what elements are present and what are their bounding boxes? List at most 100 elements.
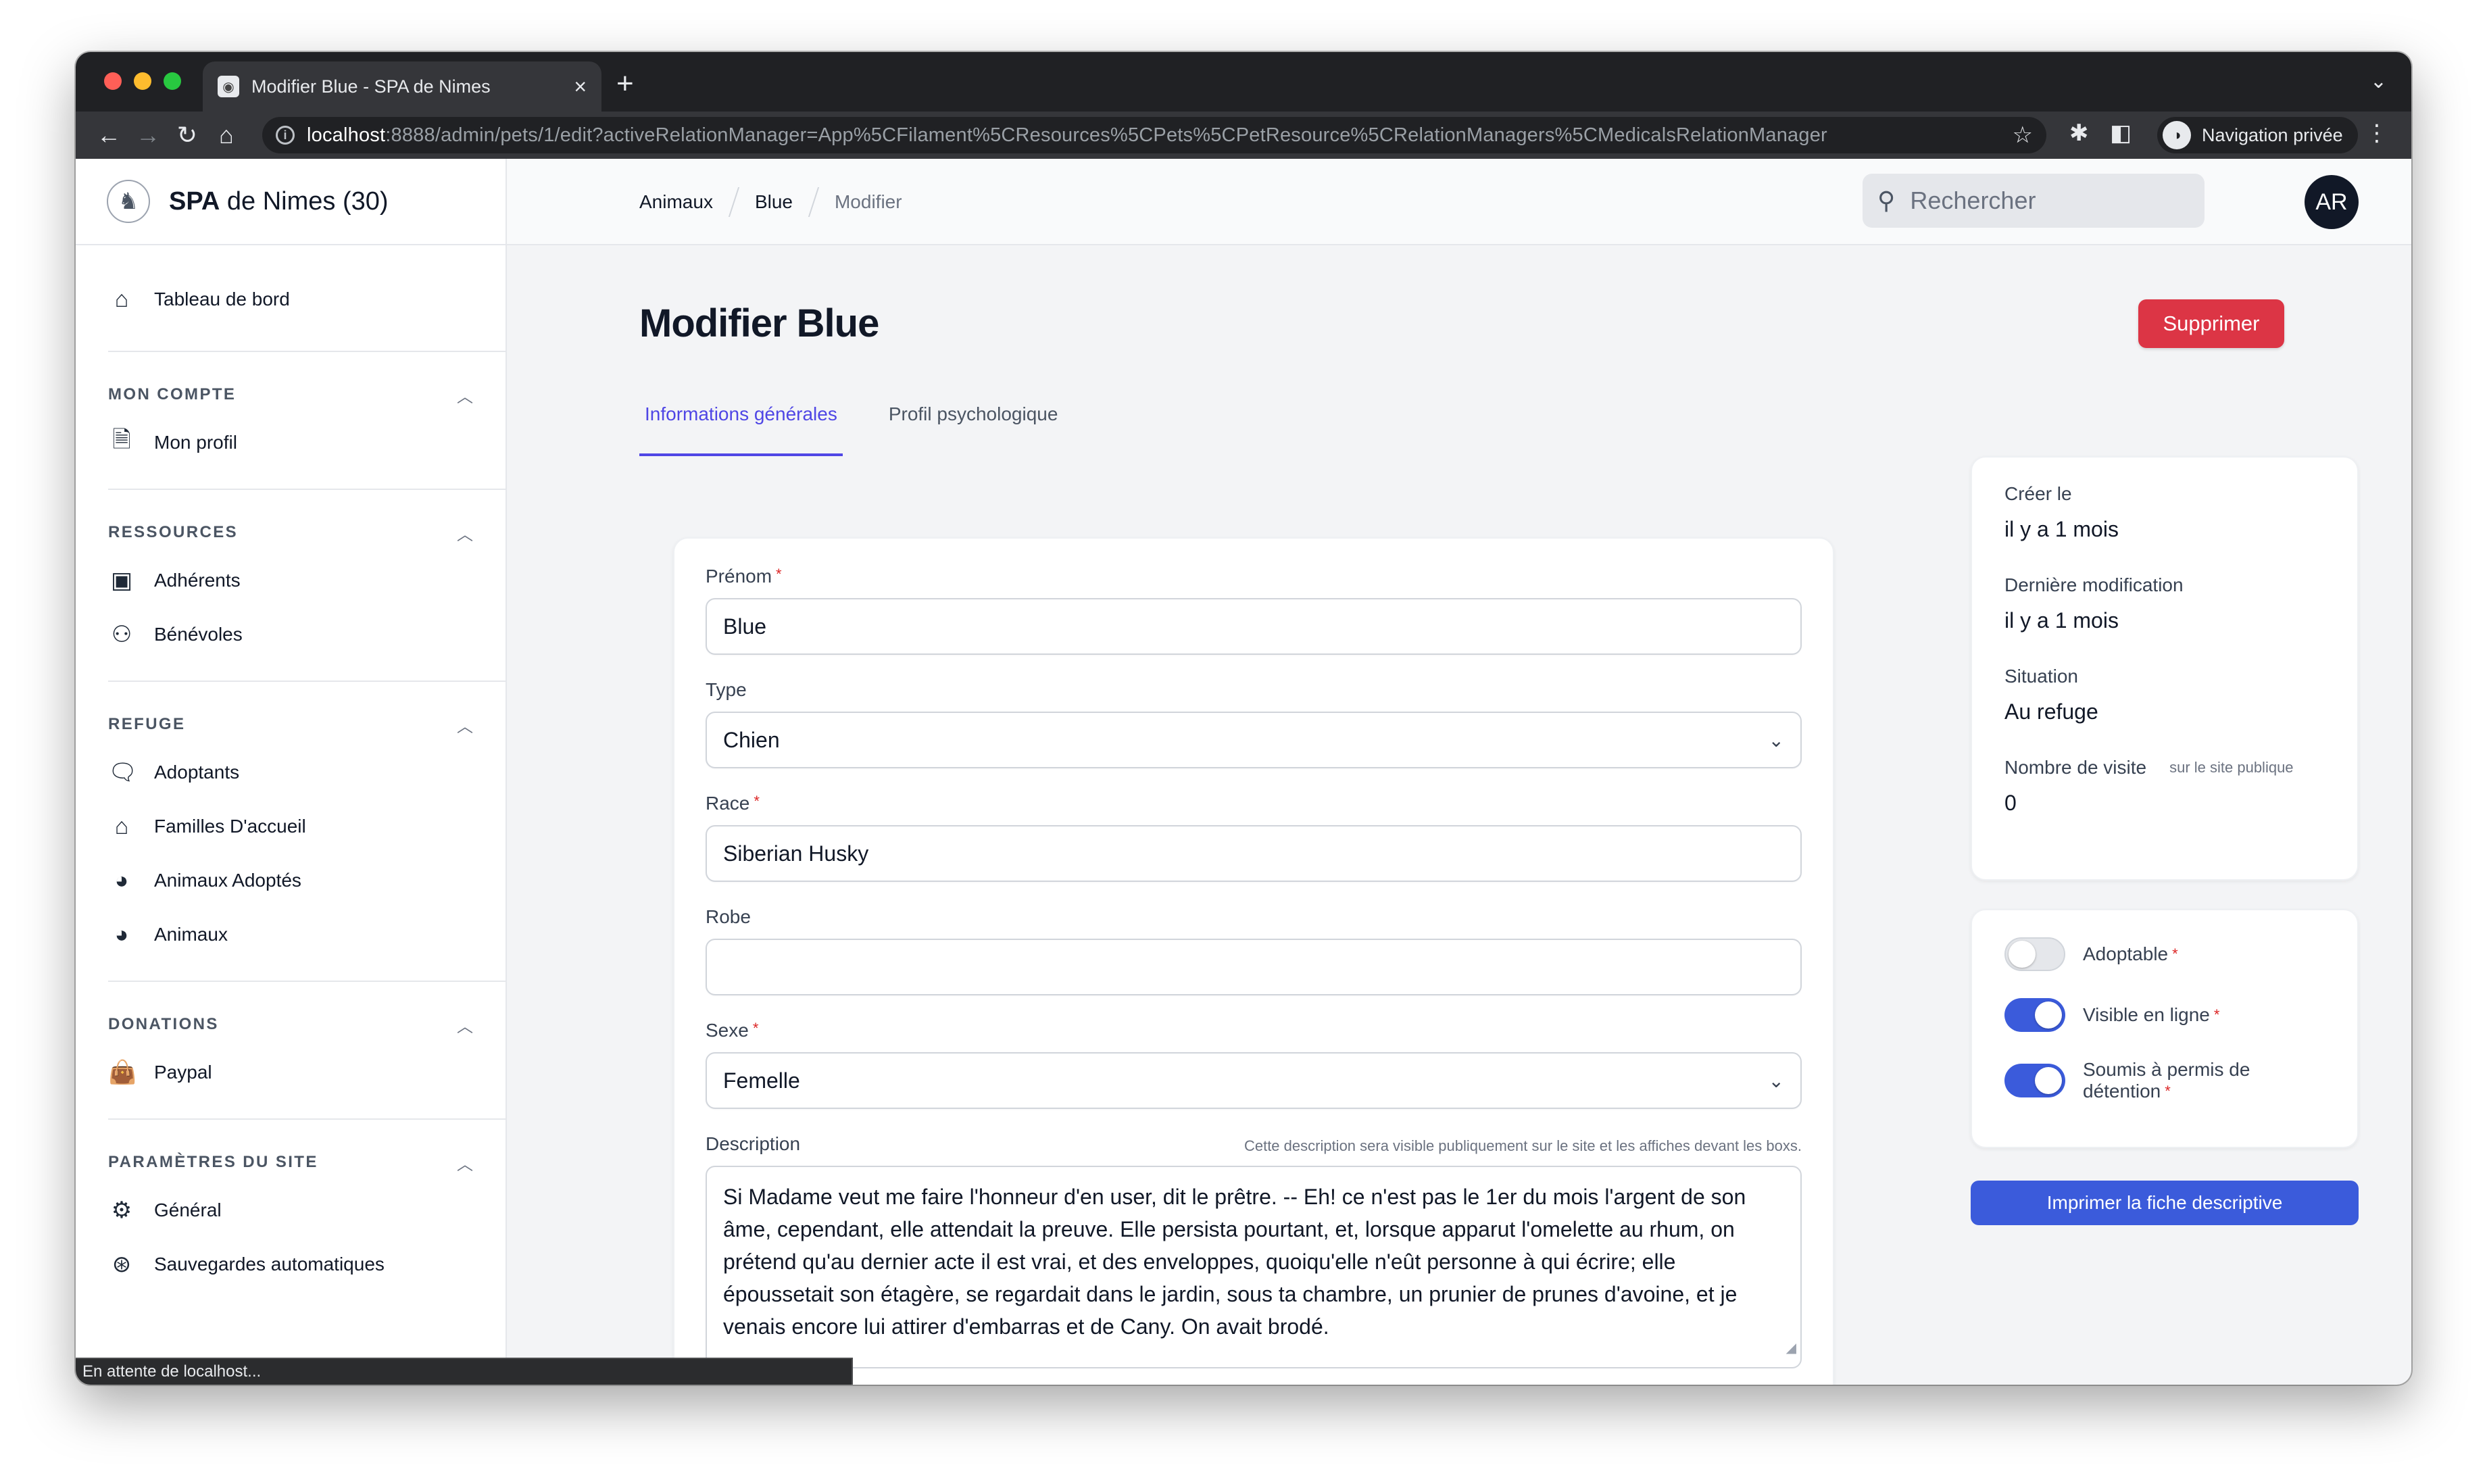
new-tab-icon[interactable]: + (616, 67, 634, 101)
required-marker: * (776, 566, 782, 583)
back-icon[interactable]: ← (89, 121, 128, 149)
field-type: Type Chien ⌄ (706, 679, 1802, 768)
print-sheet-button[interactable]: Imprimer la fiche descriptive (1971, 1181, 2359, 1225)
field-prenom: Prénom * Blue (706, 566, 1802, 655)
bookmark-star-icon[interactable]: ☆ (2013, 122, 2033, 149)
maximize-window-button[interactable] (164, 72, 181, 90)
private-label: Navigation privée (2202, 124, 2343, 145)
sidebar-item-general[interactable]: ⚙ Général (108, 1183, 506, 1237)
sidebar-item-volunteers[interactable]: ⚇ Bénévoles (108, 608, 506, 662)
sidebar-item-label: Sauvegardes automatiques (154, 1254, 385, 1275)
tab-psych-profile[interactable]: Profil psychologique (883, 394, 1064, 456)
robe-input[interactable] (706, 939, 1802, 995)
type-select[interactable]: Chien ⌄ (706, 712, 1802, 768)
meta-label: Créer le (2004, 483, 2072, 504)
close-window-button[interactable] (104, 72, 122, 90)
chevron-up-icon[interactable]: ︿ (457, 1013, 473, 1037)
search-input[interactable]: ⚲ Rechercher (1863, 174, 2205, 228)
users-icon: ⚇ (111, 622, 132, 647)
toggle-label: Soumis à permis de détention * (2083, 1059, 2299, 1102)
browser-menu-icon[interactable]: ⋮ (2365, 120, 2388, 147)
nav-group-header[interactable]: PARAMÈTRES DU SITE ︿ (108, 1147, 506, 1178)
brand-name-bold: SPA (169, 187, 220, 216)
nav-group-header[interactable]: MON COMPTE ︿ (108, 379, 506, 410)
brand-name-rest: de Nimes (30) (220, 187, 389, 216)
tab-search-icon[interactable]: ⌄ (2370, 70, 2387, 93)
race-input[interactable]: Siberian Husky (706, 825, 1802, 882)
nav-group-header[interactable]: RESSOURCES ︿ (108, 517, 506, 548)
meta-situation: Situation Au refuge (2004, 666, 2325, 724)
user-avatar[interactable]: AR (2305, 175, 2359, 229)
sidebar-item-foster-families[interactable]: ⌂ Familles D'accueil (108, 799, 506, 854)
private-browsing-badge[interactable]: ◑ Navigation privée (2157, 117, 2358, 153)
resize-handle-icon[interactable]: ◢ (1786, 1332, 1796, 1364)
sidebar-item-backups[interactable]: ⊛ Sauvegardes automatiques (108, 1237, 506, 1291)
prenom-input[interactable]: Blue (706, 598, 1802, 655)
address-bar[interactable]: i localhost:8888/admin/pets/1/edit?activ… (262, 117, 2046, 153)
meta-visits: Nombre de visite sur le site publique 0 (2004, 757, 2325, 816)
sidebar-item-label: Paypal (154, 1062, 212, 1083)
url-path: :8888/admin/pets/1/edit?activeRelationMa… (385, 124, 1827, 146)
dog-icon: ◕ (114, 921, 129, 947)
toggles-card: Adoptable * Visible en ligne * Soumis à pe… (1971, 909, 2359, 1148)
nav-group-header[interactable]: DONATIONS ︿ (108, 1009, 506, 1040)
dog-icon: ◕ (114, 867, 129, 893)
close-tab-icon[interactable]: × (574, 74, 587, 99)
sidebar-item-label: Tableau de bord (154, 289, 290, 310)
breadcrumb-item[interactable]: Blue (755, 191, 793, 213)
chevron-down-icon: ⌄ (1768, 729, 1784, 751)
required-marker: * (2213, 1006, 2220, 1023)
meta-label-row: Nombre de visite sur le site publique (2004, 757, 2325, 778)
sidebar-item-label: Adhérents (154, 570, 241, 591)
adoptable-toggle[interactable] (2004, 937, 2065, 971)
chevron-up-icon[interactable]: ︿ (457, 713, 473, 737)
meta-hint: sur le site publique (2169, 759, 2294, 776)
sidebar-item-dashboard[interactable]: ⌂ Tableau de bord (76, 272, 506, 326)
nav-group-title: RESSOURCES (108, 523, 239, 541)
meta-label: Dernière modification (2004, 574, 2184, 595)
required-marker: * (2165, 1083, 2171, 1099)
sidebar-item-adopted-animals[interactable]: ◕ Animaux Adoptés (108, 854, 506, 908)
visible-online-toggle[interactable] (2004, 998, 2065, 1032)
reload-icon[interactable]: ↻ (168, 121, 207, 149)
favicon-icon: ◉ (218, 76, 239, 97)
browser-tab[interactable]: ◉ Modifier Blue - SPA de Nimes × (203, 61, 601, 112)
home-icon[interactable]: ⌂ (207, 121, 246, 149)
description-textarea[interactable]: Si Madame veut me faire l'honneur d'en u… (706, 1166, 1802, 1368)
field-label: Prénom * (706, 566, 782, 587)
label-text: Sexe (706, 1020, 749, 1041)
breadcrumb-item[interactable]: Animaux (639, 191, 713, 213)
form-card: Prénom * Blue Type Chien ⌄ Race * Siberian… (673, 537, 1834, 1385)
side-panel-icon[interactable]: ◧ (2110, 120, 2132, 147)
toggle-label: Adoptable * (2083, 943, 2178, 965)
nav-group-header[interactable]: REFUGE ︿ (108, 709, 506, 740)
field-label: Race * (706, 793, 760, 814)
sidebar-item-adopters[interactable]: 🗨 Adoptants (108, 745, 506, 799)
extensions-icon[interactable]: ✱ (2069, 120, 2089, 147)
delete-button[interactable]: Supprimer (2138, 299, 2284, 348)
nav-group-title: MON COMPTE (108, 385, 237, 403)
minimize-window-button[interactable] (134, 72, 151, 90)
sidebar-item-animals[interactable]: ◕ Animaux (108, 908, 506, 962)
permit-toggle[interactable] (2004, 1064, 2065, 1097)
chevron-up-icon[interactable]: ︿ (457, 1151, 473, 1174)
toggle-knob (2035, 1001, 2062, 1029)
label-text: Race (706, 793, 750, 814)
toggle-knob (2035, 1067, 2062, 1094)
chevron-up-icon[interactable]: ︿ (457, 383, 473, 407)
toggle-label-text: Visible en ligne (2083, 1004, 2210, 1025)
sidebar-item-paypal[interactable]: 👜 Paypal (108, 1045, 506, 1099)
toggle-row-visible: Visible en ligne * (2004, 998, 2325, 1032)
sexe-select[interactable]: Femelle ⌄ (706, 1052, 1802, 1109)
url-text[interactable]: localhost:8888/admin/pets/1/edit?activeR… (307, 124, 2013, 147)
tab-general-info[interactable]: Informations générales (639, 394, 843, 456)
chevron-up-icon[interactable]: ︿ (457, 521, 473, 545)
site-info-icon[interactable]: i (276, 126, 295, 145)
sidebar-item-profile[interactable]: 🗎 Mon profil (108, 416, 506, 470)
select-value: Chien (723, 727, 780, 752)
sidebar-item-members[interactable]: ▣ Adhérents (108, 553, 506, 608)
field-race: Race * Siberian Husky (706, 793, 1802, 882)
forward-icon[interactable]: → (128, 121, 168, 149)
brand[interactable]: ♞ SPA de Nimes (30) (76, 159, 506, 245)
